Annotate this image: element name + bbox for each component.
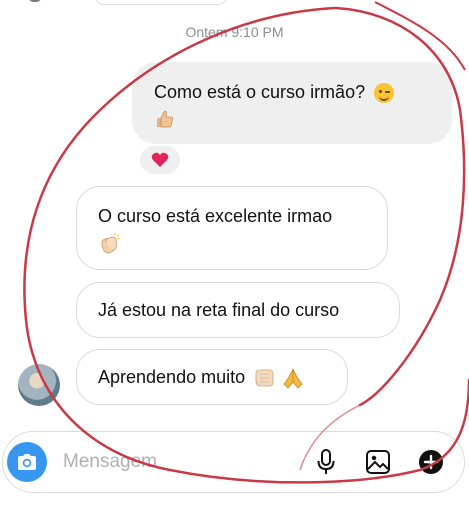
- message-input[interactable]: [61, 448, 285, 476]
- camera-button[interactable]: [7, 442, 47, 482]
- sent-message[interactable]: Como está o curso irmão?: [132, 62, 452, 144]
- clapping-hands-icon: [101, 233, 119, 254]
- received-message[interactable]: Já estou na reta final do curso: [76, 282, 400, 338]
- received-message-text: O curso está excelente irmao: [98, 206, 333, 226]
- received-message[interactable]: Aprendendo muito: [76, 349, 348, 405]
- microphone-icon: [317, 449, 335, 474]
- winking-face-icon: [374, 83, 395, 104]
- previous-avatar-edge: [28, 0, 42, 2]
- sent-message-text: Como está o curso irmão?: [154, 82, 366, 102]
- reaction-badge[interactable]: [138, 144, 182, 176]
- red-heart-icon: [151, 152, 169, 167]
- gallery-icon: [366, 450, 390, 474]
- received-message[interactable]: O curso está excelente irmao: [76, 186, 388, 270]
- camera-icon: [18, 454, 36, 470]
- plus-icon: [419, 450, 443, 474]
- message-timestamp: Ontem 9:10 PM: [185, 24, 284, 40]
- voice-message-button[interactable]: [311, 447, 341, 477]
- folded-hands-icon: [283, 368, 303, 389]
- message-composer: [2, 431, 465, 493]
- received-message-text: Aprendendo muito: [98, 367, 246, 387]
- previous-message-edge: [95, 0, 227, 5]
- received-message-text: Já estou na reta final do curso: [98, 300, 340, 320]
- gallery-button[interactable]: [363, 447, 393, 477]
- thumbs-up-icon: [157, 110, 173, 128]
- sender-avatar[interactable]: [18, 364, 60, 406]
- more-options-button[interactable]: [416, 447, 446, 477]
- fist-bump-icon: [255, 369, 274, 387]
